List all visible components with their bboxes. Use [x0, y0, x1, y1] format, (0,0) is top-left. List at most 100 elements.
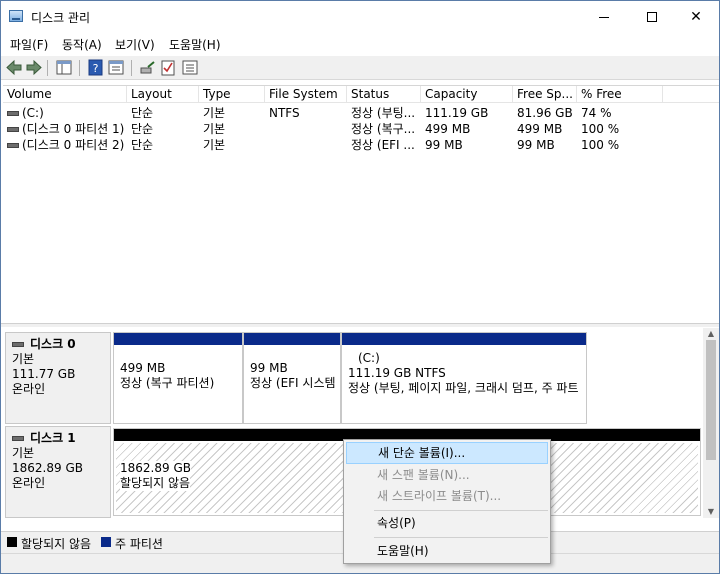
- connect-icon[interactable]: [139, 59, 157, 76]
- volume-list-table: Volume Layout Type File System Status Ca…: [3, 85, 719, 323]
- toolbar: ?: [1, 56, 719, 80]
- cell-percent-free: 100 %: [581, 122, 620, 136]
- disk-1-label[interactable]: 디스크 1 기본 1862.89 GB 온라인: [5, 426, 111, 518]
- menu-action[interactable]: 동작(A): [62, 36, 102, 53]
- column-header-percent-free[interactable]: % Free: [577, 86, 663, 103]
- console-tree-icon[interactable]: [55, 59, 73, 76]
- close-icon: ✕: [690, 9, 702, 25]
- column-header-layout[interactable]: Layout: [127, 86, 199, 103]
- disk-icon: [12, 342, 24, 347]
- menu-item-new-simple-volume[interactable]: 새 단순 볼륨(I)...: [346, 442, 548, 464]
- maximize-icon: [647, 12, 657, 22]
- column-header-file-system[interactable]: File System: [265, 86, 347, 103]
- menu-item-help[interactable]: 도움말(H): [346, 540, 548, 562]
- disk-state: 온라인: [12, 476, 46, 490]
- cell-volume: (C:): [22, 106, 44, 120]
- forward-arrow-icon[interactable]: [25, 59, 43, 76]
- partition-body: 499 MB 정상 (복구 파티션): [116, 347, 240, 421]
- cell-capacity: 499 MB: [425, 122, 471, 136]
- minimize-icon: [599, 16, 609, 18]
- disk-0-label[interactable]: 디스크 0 기본 111.77 GB 온라인: [5, 332, 111, 424]
- scroll-up-icon[interactable]: ▲: [703, 328, 719, 340]
- cell-file-system: [269, 121, 345, 137]
- disk-type: 기본: [12, 352, 35, 366]
- close-button[interactable]: ✕: [673, 1, 719, 33]
- graph-vertical-scrollbar[interactable]: ▲ ▼: [703, 328, 719, 518]
- cell-volume: (디스크 0 파티션 1): [22, 122, 125, 136]
- cell-type: 기본: [203, 138, 226, 152]
- cell-status: 정상 (부팅...: [351, 106, 416, 120]
- legend-swatch-unallocated: [7, 537, 17, 547]
- pane-splitter[interactable]: [1, 323, 719, 327]
- cell-layout: 단순: [131, 138, 154, 152]
- help-icon[interactable]: ?: [87, 59, 105, 76]
- partition-type-bar: [114, 333, 242, 345]
- column-header-free-space[interactable]: Free Sp...: [513, 86, 577, 103]
- partition-size: 111.19 GB NTFS: [348, 366, 446, 380]
- list-view-icon[interactable]: [181, 59, 199, 76]
- legend-label-primary: 주 파티션: [115, 537, 163, 551]
- partition-status: 할당되지 않음: [120, 476, 191, 491]
- partition-c[interactable]: (C:) 111.19 GB NTFS 정상 (부팅, 페이지 파일, 크래시 …: [341, 332, 587, 424]
- cell-capacity: 99 MB: [425, 138, 463, 152]
- partition-status: 정상 (EFI 시스템: [250, 376, 336, 390]
- cell-free-space: 499 MB: [517, 122, 563, 136]
- title-bar: 디스크 관리 ✕: [1, 1, 719, 33]
- cell-free-space: 81.96 GB: [517, 106, 573, 120]
- maximize-button[interactable]: [629, 1, 675, 33]
- table-row[interactable]: (디스크 0 파티션 1) 단순 기본 정상 (복구... 499 MB 499…: [3, 121, 719, 137]
- disk-size: 111.77 GB: [12, 367, 76, 381]
- toolbar-separator: [131, 60, 132, 76]
- partition-body: 99 MB 정상 (EFI 시스템: [246, 347, 338, 421]
- cell-status: 정상 (EFI ...: [351, 138, 415, 152]
- menu-separator: [374, 537, 548, 538]
- svg-text:?: ?: [93, 62, 99, 75]
- disk-name: 디스크 1: [30, 431, 76, 445]
- toolbar-separator: [79, 60, 80, 76]
- partition-type-bar: [244, 333, 340, 345]
- properties-icon[interactable]: [107, 59, 125, 76]
- legend-swatch-primary: [101, 537, 111, 547]
- back-arrow-icon[interactable]: [5, 59, 23, 76]
- partition-status: 정상 (복구 파티션): [120, 376, 215, 390]
- table-header: Volume Layout Type File System Status Ca…: [3, 86, 719, 103]
- check-icon[interactable]: [159, 59, 177, 76]
- column-header-capacity[interactable]: Capacity: [421, 86, 513, 103]
- table-row[interactable]: (C:) 단순 기본 NTFS 정상 (부팅... 111.19 GB 81.9…: [3, 105, 719, 121]
- cell-type: 기본: [203, 122, 226, 136]
- scroll-down-icon[interactable]: ▼: [703, 506, 719, 518]
- minimize-button[interactable]: [581, 1, 627, 33]
- cell-file-system: [269, 137, 345, 153]
- column-header-status[interactable]: Status: [347, 86, 421, 103]
- cell-free-space: 99 MB: [517, 138, 555, 152]
- legend-label-unallocated: 할당되지 않음: [21, 537, 92, 551]
- partition-size: 499 MB: [120, 361, 166, 375]
- disk-name: 디스크 0: [30, 337, 76, 351]
- cell-percent-free: 74 %: [581, 106, 612, 120]
- partition-type-bar: [342, 333, 586, 345]
- menu-item-new-spanned-volume[interactable]: 새 스팬 볼륨(N)...: [346, 464, 548, 486]
- window-title: 디스크 관리: [31, 11, 91, 25]
- context-menu: 새 단순 볼륨(I)... 새 스팬 볼륨(N)... 새 스트라이프 볼륨(T…: [343, 439, 551, 564]
- partition-efi[interactable]: 99 MB 정상 (EFI 시스템: [243, 332, 341, 424]
- menu-item-properties[interactable]: 속성(P): [346, 512, 548, 534]
- partition-recovery[interactable]: 499 MB 정상 (복구 파티션): [113, 332, 243, 424]
- cell-file-system: NTFS: [269, 106, 300, 120]
- menu-help[interactable]: 도움말(H): [169, 36, 221, 53]
- disk-icon: [12, 436, 24, 441]
- menu-item-new-striped-volume[interactable]: 새 스트라이프 볼륨(T)...: [346, 485, 548, 507]
- cell-percent-free: 100 %: [581, 138, 620, 152]
- partition-size: 1862.89 GB: [120, 461, 191, 476]
- disk-size: 1862.89 GB: [12, 461, 83, 475]
- menu-separator: [374, 510, 548, 511]
- table-row[interactable]: (디스크 0 파티션 2) 단순 기본 정상 (EFI ... 99 MB 99…: [3, 137, 719, 153]
- scroll-thumb[interactable]: [706, 340, 716, 460]
- volume-icon: [7, 127, 19, 132]
- menu-file[interactable]: 파일(F): [10, 36, 48, 53]
- column-header-volume[interactable]: Volume: [3, 86, 127, 103]
- cell-capacity: 111.19 GB: [425, 106, 489, 120]
- disk-type: 기본: [12, 446, 35, 460]
- column-header-type[interactable]: Type: [199, 86, 265, 103]
- partition-status: 정상 (부팅, 페이지 파일, 크래시 덤프, 주 파트: [348, 381, 579, 395]
- menu-view[interactable]: 보기(V): [115, 36, 155, 53]
